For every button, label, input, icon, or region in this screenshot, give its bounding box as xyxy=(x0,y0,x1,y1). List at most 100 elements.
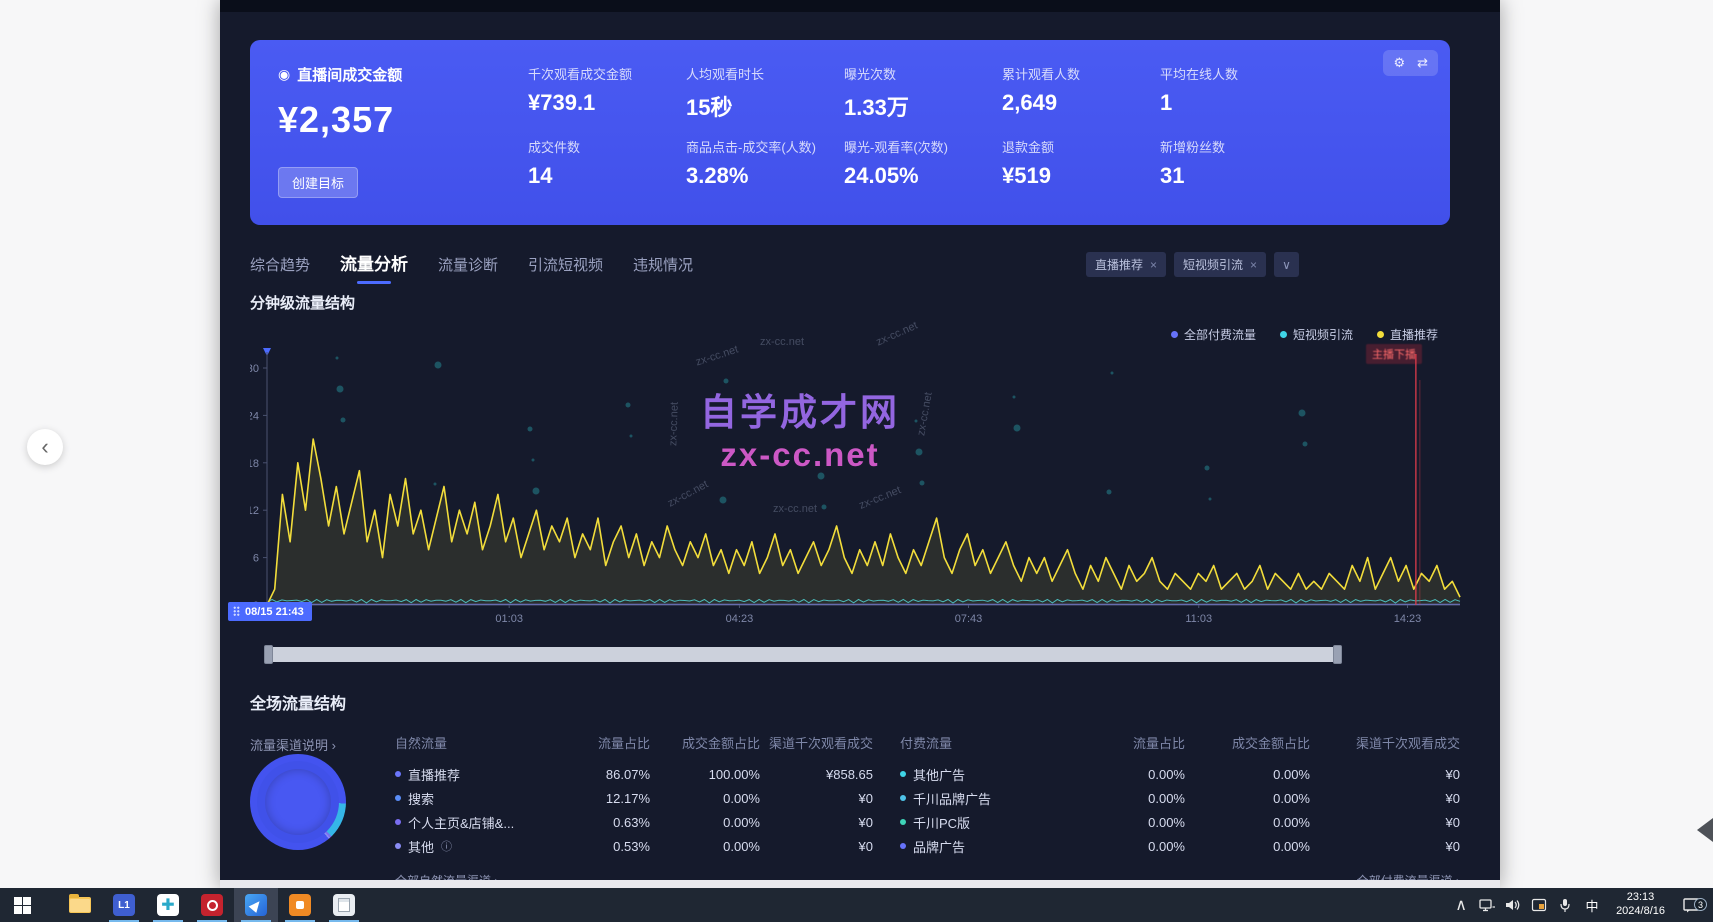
kpi-metric-label: 商品点击-成交率(人数) xyxy=(686,137,844,156)
taskbar-file-explorer[interactable] xyxy=(58,888,102,922)
kpi-panel-controls: ⚙ ⇄ xyxy=(1383,50,1438,76)
speck xyxy=(341,418,346,423)
value-cell: ¥0 xyxy=(1310,839,1460,854)
channel-name-cell: 千川品牌广告 xyxy=(900,789,1070,808)
chart-range-slider[interactable] xyxy=(265,647,1341,662)
tray-mic-icon[interactable] xyxy=(1554,898,1576,913)
filter-dropdown-chip[interactable]: ∨ xyxy=(1274,252,1299,277)
close-icon[interactable]: × xyxy=(1150,258,1157,272)
channel-name-cell: 个人主页&店铺&... xyxy=(395,813,555,832)
tab-流量分析[interactable]: 流量分析 xyxy=(340,250,408,284)
channel-dot xyxy=(395,843,401,849)
tray-chevron-up-icon[interactable]: ∧ xyxy=(1450,895,1472,915)
channel-name: 其他 xyxy=(408,837,434,856)
column-header: 自然流量 xyxy=(395,733,555,752)
notification-center-icon[interactable]: 3 xyxy=(1677,897,1707,913)
tab-违规情况[interactable]: 违规情况 xyxy=(633,254,693,284)
taskbar-app-orange[interactable] xyxy=(278,888,322,922)
speck xyxy=(916,449,923,456)
kpi-metric: 成交件数14 xyxy=(528,137,686,210)
value-cell: 0.00% xyxy=(1070,767,1185,782)
tray-network-icon[interactable] xyxy=(1476,898,1498,912)
channel-name-cell: 直播推荐 xyxy=(395,765,555,784)
taskbar-app-teal-plus[interactable]: ✚ xyxy=(146,888,190,922)
kpi-metric-label: 新增粉丝数 xyxy=(1160,137,1318,156)
speck xyxy=(822,505,827,510)
speck xyxy=(626,403,631,408)
x-tick-label: 07:43 xyxy=(955,613,983,625)
target-icon: ◉ xyxy=(278,66,290,83)
arrow-right-icon: › xyxy=(332,738,336,753)
window-bottom-strip xyxy=(220,880,1500,888)
value-cell: 86.07% xyxy=(555,767,650,782)
channel-dot xyxy=(395,795,401,801)
kpi-metric: 新增粉丝数31 xyxy=(1160,137,1318,210)
natural-traffic-table: 自然流量流量占比成交金额占比渠道千次观看成交直播推荐86.07%100.00%¥… xyxy=(395,730,873,889)
kpi-metric-value: 1.33万 xyxy=(844,90,1002,122)
channel-dot xyxy=(900,795,906,801)
taskbar-app-l1[interactable]: L1 xyxy=(102,888,146,922)
tab-流量诊断[interactable]: 流量诊断 xyxy=(438,254,498,284)
info-icon[interactable]: ⓘ xyxy=(441,838,452,854)
tab-引流短视频[interactable]: 引流短视频 xyxy=(528,254,603,284)
filter-chip[interactable]: 短视频引流× xyxy=(1174,252,1266,277)
live-dashboard-window: ◉ 直播间成交金额 ¥2,357 创建目标 千次观看成交金额¥739.1人均观看… xyxy=(220,0,1500,888)
kpi-metric-label: 曝光次数 xyxy=(844,64,1002,83)
kpi-metric-label: 成交件数 xyxy=(528,137,686,156)
taskbar-app-blue-cursor[interactable] xyxy=(234,888,278,922)
value-cell: 100.00% xyxy=(650,767,760,782)
kpi-summary-panel: ◉ 直播间成交金额 ¥2,357 创建目标 千次观看成交金额¥739.1人均观看… xyxy=(250,40,1450,225)
speck xyxy=(1014,425,1021,432)
kpi-metric-label: 累计观看人数 xyxy=(1002,64,1160,83)
kpi-metric: 人均观看时长15秒 xyxy=(686,64,844,137)
value-cell: 12.17% xyxy=(555,791,650,806)
taskbar-notepad[interactable] xyxy=(322,888,366,922)
analysis-tabs: 综合趋势流量分析流量诊断引流短视频违规情况 xyxy=(250,250,693,284)
minute-traffic-chart[interactable]: 061218243001:0304:2307:4311:0314:23 08/1… xyxy=(250,340,1470,640)
channel-help-link[interactable]: 流量渠道说明 › xyxy=(250,735,336,754)
speck xyxy=(1107,490,1112,495)
channel-name: 直播推荐 xyxy=(408,765,460,784)
swap-icon[interactable]: ⇄ xyxy=(1417,55,1428,71)
kpi-metrics-grid: 千次观看成交金额¥739.1人均观看时长15秒曝光次数1.33万累计观看人数2,… xyxy=(528,64,1318,210)
channel-name: 品牌广告 xyxy=(913,837,965,856)
kpi-main-title: 直播间成交金额 xyxy=(297,64,402,85)
drag-grip-icon xyxy=(233,606,240,617)
value-cell: 0.00% xyxy=(650,791,760,806)
create-goal-button[interactable]: 创建目标 xyxy=(278,167,358,198)
value-cell: 0.00% xyxy=(1185,767,1310,782)
value-cell: 0.00% xyxy=(1070,791,1185,806)
kpi-metric-label: 平均在线人数 xyxy=(1160,64,1318,83)
slider-right-handle[interactable] xyxy=(1333,645,1342,664)
donut-center xyxy=(265,769,331,835)
x-tick-label: 04:23 xyxy=(726,613,754,625)
channel-name: 千川PC版 xyxy=(913,813,970,832)
tray-volume-icon[interactable] xyxy=(1502,898,1524,912)
table-header-row: 付费流量流量占比成交金额占比渠道千次观看成交 xyxy=(900,730,1460,754)
value-cell: ¥858.65 xyxy=(760,767,873,782)
taskbar-start-button[interactable] xyxy=(0,888,44,922)
filter-chip[interactable]: 直播推荐× xyxy=(1086,252,1166,277)
channel-name: 个人主页&店铺&... xyxy=(408,813,514,832)
kpi-metric-label: 人均观看时长 xyxy=(686,64,844,83)
taskbar-app-red-ring[interactable] xyxy=(190,888,234,922)
y-tick-label: 18 xyxy=(250,458,259,470)
channel-name-cell: 搜索 xyxy=(395,789,555,808)
slider-left-handle[interactable] xyxy=(264,645,273,664)
ime-indicator[interactable]: 中 xyxy=(1580,896,1604,915)
tab-综合趋势[interactable]: 综合趋势 xyxy=(250,254,310,284)
kpi-metric-label: 曝光-观看率(次数) xyxy=(844,137,1002,156)
close-icon[interactable]: × xyxy=(1250,258,1257,272)
kpi-metric: 商品点击-成交率(人数)3.28% xyxy=(686,137,844,210)
kpi-metric-value: 1 xyxy=(1160,90,1318,116)
overall-section-title: 全场流量结构 xyxy=(250,690,346,714)
value-cell: 0.53% xyxy=(555,839,650,854)
chart-start-time-tag[interactable]: 08/15 21:43 xyxy=(228,602,312,621)
channel-name-cell: 品牌广告 xyxy=(900,837,1070,856)
gear-icon[interactable]: ⚙ xyxy=(1393,55,1405,71)
tray-snip-icon[interactable] xyxy=(1528,898,1550,912)
taskbar-clock[interactable]: 23:13 2024/8/16 xyxy=(1608,891,1673,919)
previous-arrow-button[interactable]: ‹ xyxy=(27,429,63,465)
value-cell: 0.00% xyxy=(1070,815,1185,830)
next-arrow[interactable] xyxy=(1697,818,1713,842)
